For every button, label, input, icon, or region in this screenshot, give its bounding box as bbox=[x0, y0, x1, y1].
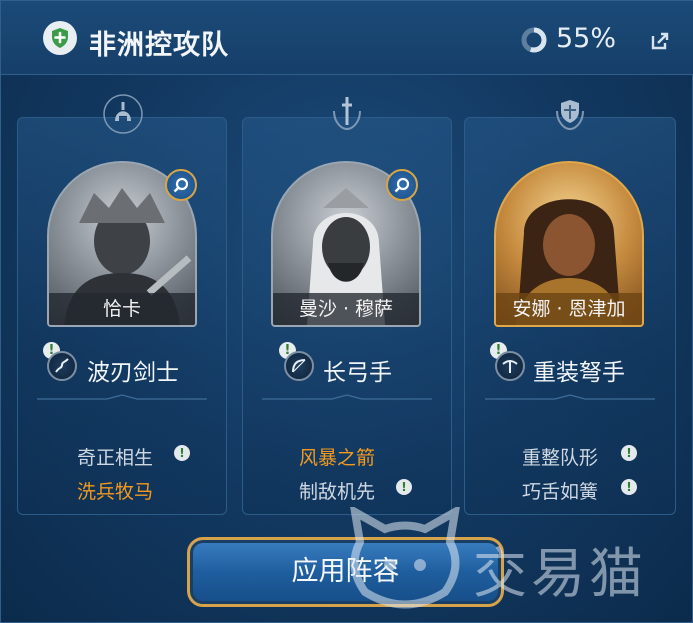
hero-name-3: 安娜 · 恩津加 bbox=[496, 293, 642, 325]
skill-1-1[interactable]: 奇正相生 bbox=[77, 443, 153, 470]
skill-info-icon[interactable]: ! bbox=[621, 479, 637, 495]
hero-name-2: 曼沙 · 穆萨 bbox=[273, 293, 419, 325]
magnifier-icon bbox=[394, 177, 410, 193]
skill-info-icon[interactable]: ! bbox=[174, 445, 190, 461]
skill-3-1[interactable]: 重整队形 bbox=[522, 443, 598, 470]
team-header: 非洲控攻队 55% bbox=[1, 1, 693, 75]
skill-2-1[interactable]: 风暴之箭 bbox=[299, 443, 375, 470]
hero-portrait-3[interactable]: 安娜 · 恩津加 bbox=[494, 161, 644, 327]
cat-logo-icon bbox=[349, 504, 461, 609]
zoom-hero-2-button[interactable] bbox=[386, 169, 418, 201]
progress-ring-icon bbox=[521, 27, 547, 53]
magnifier-icon bbox=[173, 177, 189, 193]
card-divider bbox=[485, 394, 655, 400]
share-icon[interactable] bbox=[650, 31, 670, 51]
team-name: 非洲控攻队 bbox=[89, 30, 229, 61]
hero-name-1: 恰卡 bbox=[49, 293, 195, 325]
class-label-1: 波刃剑士 bbox=[87, 360, 179, 386]
bow-icon bbox=[284, 351, 314, 381]
watermark-text: 交易猫 bbox=[473, 542, 647, 605]
watermark: 交易猫 bbox=[345, 504, 675, 617]
class-label-3: 重装弩手 bbox=[533, 360, 625, 386]
card-divider bbox=[37, 394, 207, 400]
crossbow-icon bbox=[495, 351, 525, 381]
skill-1-2[interactable]: 洗兵牧马 bbox=[77, 477, 153, 504]
shield-plus-icon bbox=[43, 21, 77, 55]
sword-wreath-icon bbox=[333, 97, 361, 131]
skill-2-2[interactable]: 制敌机先 bbox=[299, 477, 375, 504]
card-divider bbox=[262, 394, 432, 400]
skill-3-2[interactable]: 巧舌如簧 bbox=[522, 477, 598, 504]
spartan-helmet-icon bbox=[103, 94, 143, 134]
skill-info-icon[interactable]: ! bbox=[396, 479, 412, 495]
zoom-hero-1-button[interactable] bbox=[165, 169, 197, 201]
skill-info-icon[interactable]: ! bbox=[621, 445, 637, 461]
progress-percent: 55% bbox=[556, 23, 617, 54]
shield-wreath-icon bbox=[556, 100, 584, 131]
wavy-sword-icon bbox=[47, 351, 77, 381]
class-label-2: 长弓手 bbox=[323, 360, 392, 386]
team-panel: 非洲控攻队 55% 恰卡 曼沙 · 穆萨 安娜 · 恩津加 ! 波刃剑士 ! 长… bbox=[0, 0, 693, 623]
